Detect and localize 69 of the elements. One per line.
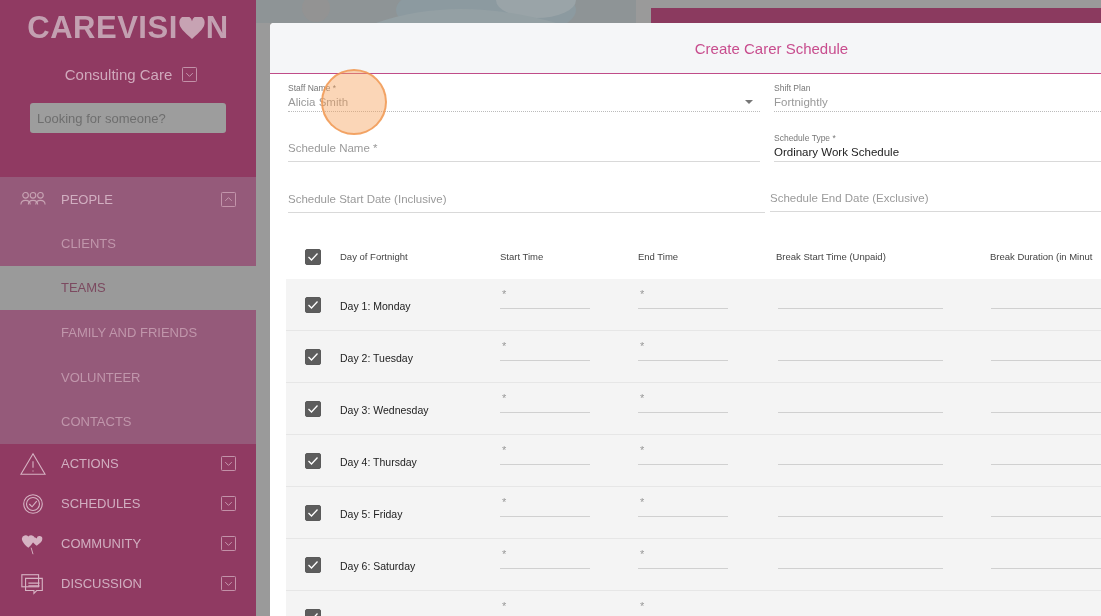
nav-item[interactable]: DISCUSSION: [0, 563, 256, 604]
end-time-field[interactable]: *: [638, 340, 728, 361]
row-checkbox[interactable]: [305, 556, 321, 573]
chevron-down-icon[interactable]: [221, 496, 236, 512]
nav-item[interactable]: SCHEDULES: [0, 483, 256, 524]
row-checkbox[interactable]: [305, 452, 321, 469]
end-time-field[interactable]: *: [638, 496, 728, 517]
end-time-field[interactable]: *: [638, 444, 728, 465]
chevron-up-icon[interactable]: [221, 191, 236, 207]
chevron-down-icon[interactable]: [221, 536, 236, 552]
check-icon: [308, 456, 318, 465]
check-icon: [308, 508, 318, 517]
column-header: Start Time: [500, 251, 545, 262]
nav-subitem[interactable]: CONTACTS: [0, 399, 256, 444]
form-field[interactable]: Schedule Name *: [288, 124, 760, 162]
day-label: Day 6: Saturday: [340, 559, 416, 572]
check-icon: [308, 252, 318, 261]
day-label: Day 3: Wednesday: [340, 403, 429, 416]
heart-icon: [178, 16, 205, 40]
day-label: Day 1: Monday: [340, 299, 411, 312]
day-label: Day 4: Thursday: [340, 455, 417, 468]
column-header: End Time: [638, 251, 680, 262]
check-icon: [308, 300, 318, 309]
column-header: Break Duration (in Minut: [990, 251, 1094, 262]
nav-item[interactable]: ACTIONS: [0, 443, 256, 484]
row-checkbox[interactable]: [305, 348, 321, 365]
clock-icon: [20, 491, 46, 516]
logo-text: N: [205, 12, 229, 44]
chat-icon: [20, 571, 46, 596]
column-header: Day of Fortnight: [340, 251, 409, 262]
start-time-field[interactable]: *: [500, 392, 590, 413]
caret-icon: [745, 100, 753, 104]
row-checkbox[interactable]: [305, 296, 321, 313]
check-icon: [308, 404, 318, 413]
start-time-field[interactable]: *: [500, 548, 590, 569]
form-field[interactable]: Schedule End Date (Exclusive): [770, 174, 1101, 212]
day-label: Day 2: Tuesday: [340, 351, 413, 364]
chevron-down-icon[interactable]: [182, 67, 198, 82]
nav-item[interactable]: COMMUNITY: [0, 523, 256, 564]
form-field[interactable]: Schedule Type * Ordinary Work Schedule: [774, 124, 1101, 162]
start-time-field[interactable]: *: [500, 288, 590, 309]
start-time-field[interactable]: *: [500, 340, 590, 361]
check-icon: [308, 560, 318, 569]
day-label: Day 5: Friday: [340, 507, 403, 520]
chevron-down-icon[interactable]: [221, 576, 236, 592]
logo-text: CAREVISI: [27, 12, 178, 44]
start-time-field[interactable]: *: [500, 496, 590, 517]
end-time-field[interactable]: *: [638, 392, 728, 413]
start-time-field[interactable]: *: [500, 600, 590, 616]
organization-name: Consulting Care: [64, 66, 173, 83]
chevron-down-icon[interactable]: [221, 456, 236, 472]
end-time-field[interactable]: *: [638, 600, 728, 616]
column-header: Break Start Time (Unpaid): [776, 251, 887, 262]
check-icon: [308, 352, 318, 361]
form-field: Shift Plan Fortnightly: [774, 82, 1101, 112]
row-checkbox[interactable]: [305, 400, 321, 417]
row-checkbox[interactable]: [305, 504, 321, 521]
end-time-field[interactable]: *: [638, 288, 728, 309]
nav-subitem[interactable]: TEAMS: [0, 265, 256, 311]
nav-subitem[interactable]: VOLUNTEER: [0, 354, 256, 400]
select-all-checkbox[interactable]: [305, 248, 321, 265]
nav-subitem[interactable]: CLIENTS: [0, 221, 256, 266]
start-time-field[interactable]: *: [500, 444, 590, 465]
end-time-field[interactable]: *: [638, 548, 728, 569]
dialog-title: Create Carer Schedule: [694, 39, 849, 57]
nav-subitem[interactable]: FAMILY AND FRIENDS: [0, 310, 256, 355]
nav-item[interactable]: PEOPLE: [0, 177, 256, 221]
form-field[interactable]: Schedule Start Date (Inclusive): [288, 175, 765, 213]
warning-icon: [20, 451, 46, 476]
